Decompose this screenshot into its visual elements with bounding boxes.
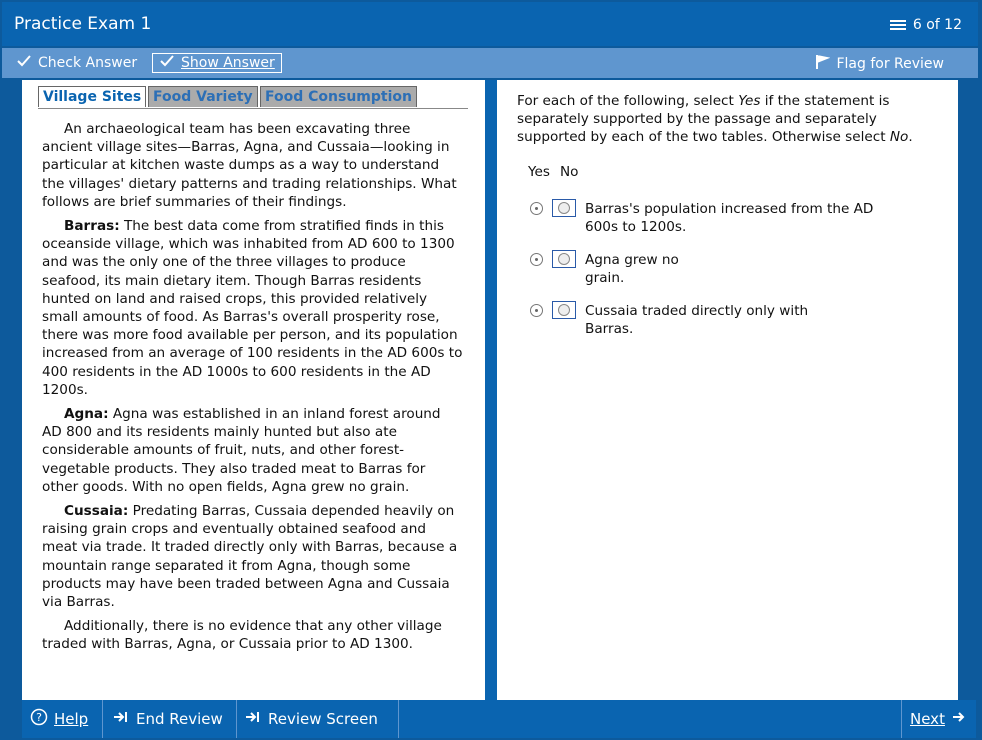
- barras-body: The best data come from stratified finds…: [42, 218, 463, 398]
- statement-text: Barras's population increased from the A…: [585, 201, 874, 235]
- no-radio[interactable]: [552, 250, 576, 268]
- passage-barras: Barras: The best data come from stratifi…: [42, 217, 464, 399]
- help-label: Help: [54, 710, 89, 728]
- counter-text: 6 of 12: [912, 17, 962, 33]
- title-bar: Practice Exam 1 6 of 12: [2, 2, 978, 46]
- pane-divider: [485, 80, 497, 700]
- passage-intro: An archaeological team has been excavati…: [42, 121, 457, 210]
- tab-village-sites[interactable]: Village Sites: [38, 86, 147, 107]
- statement-text: Agna grew no grain.: [585, 252, 679, 286]
- yes-radio[interactable]: [530, 253, 543, 266]
- next-button[interactable]: Next: [901, 700, 976, 738]
- no-radio[interactable]: [552, 199, 576, 217]
- arrow-right-icon: [951, 710, 965, 728]
- passage-pane: Village Sites Food Variety Food Consumpt…: [22, 80, 485, 700]
- cussaia-body: Predating Barras, Cussaia depended heavi…: [42, 503, 458, 611]
- review-screen-label: Review Screen: [268, 710, 378, 728]
- no-radio[interactable]: [552, 301, 576, 319]
- answer-column-headers: Yes No: [528, 164, 578, 180]
- exam-title: Practice Exam 1: [14, 14, 152, 34]
- yes-radio[interactable]: [530, 202, 543, 215]
- question-counter: 6 of 12: [889, 17, 962, 33]
- svg-text:?: ?: [36, 711, 42, 724]
- flag-icon: [814, 54, 831, 74]
- question-pane: For each of the following, select Yes if…: [497, 80, 958, 700]
- question-prompt: For each of the following, select Yes if…: [517, 92, 947, 146]
- passage-tabs: Village Sites Food Variety Food Consumpt…: [38, 86, 468, 109]
- exam-window: Practice Exam 1 6 of 12 Check Answer Sho…: [0, 0, 982, 740]
- show-answer-icon: [159, 54, 175, 73]
- review-screen-icon: [244, 710, 262, 728]
- passage-text: An archaeological team has been excavati…: [42, 120, 464, 660]
- tab-food-consumption[interactable]: Food Consumption: [260, 86, 417, 107]
- check-answer-button[interactable]: Check Answer: [16, 54, 137, 72]
- passage-cussaia: Cussaia: Predating Barras, Cussaia depen…: [42, 502, 464, 611]
- end-review-button[interactable]: End Review: [104, 700, 237, 738]
- navigation-bar: ? Help End Review Review Screen Next: [22, 700, 976, 738]
- end-review-label: End Review: [136, 710, 223, 728]
- flag-label: Flag for Review: [836, 56, 944, 72]
- prompt-part: .: [908, 129, 913, 145]
- yes-header: Yes: [528, 164, 550, 180]
- show-answer-label: Show Answer: [181, 55, 275, 71]
- next-label: Next: [910, 710, 945, 728]
- end-review-icon: [112, 710, 130, 728]
- content-area: Village Sites Food Variety Food Consumpt…: [22, 80, 958, 700]
- help-button[interactable]: ? Help: [22, 700, 103, 738]
- review-screen-button[interactable]: Review Screen: [236, 700, 399, 738]
- show-answer-button[interactable]: Show Answer: [152, 53, 282, 73]
- prompt-yes: Yes: [738, 93, 761, 109]
- question-list-icon: [889, 19, 907, 31]
- barras-heading: Barras:: [64, 218, 120, 235]
- passage-closing: Additionally, there is no evidence that …: [42, 618, 442, 653]
- statement-text: Cussaia traded directly only with Barras…: [585, 303, 809, 337]
- passage-agna: Agna: Agna was established in an inland …: [42, 405, 464, 496]
- toolbar: Check Answer Show Answer Flag for Review: [2, 48, 978, 78]
- yes-radio[interactable]: [530, 304, 543, 317]
- cussaia-heading: Cussaia:: [64, 503, 129, 520]
- help-icon: ?: [30, 708, 48, 730]
- prompt-part: For each of the following, select: [517, 93, 739, 109]
- tab-food-variety[interactable]: Food Variety: [148, 86, 258, 107]
- check-answer-icon: [16, 54, 32, 72]
- flag-for-review-button[interactable]: Flag for Review: [814, 54, 944, 74]
- agna-heading: Agna:: [64, 406, 109, 423]
- check-answer-label: Check Answer: [38, 55, 138, 71]
- no-header: No: [559, 164, 579, 180]
- prompt-no: No: [889, 129, 909, 145]
